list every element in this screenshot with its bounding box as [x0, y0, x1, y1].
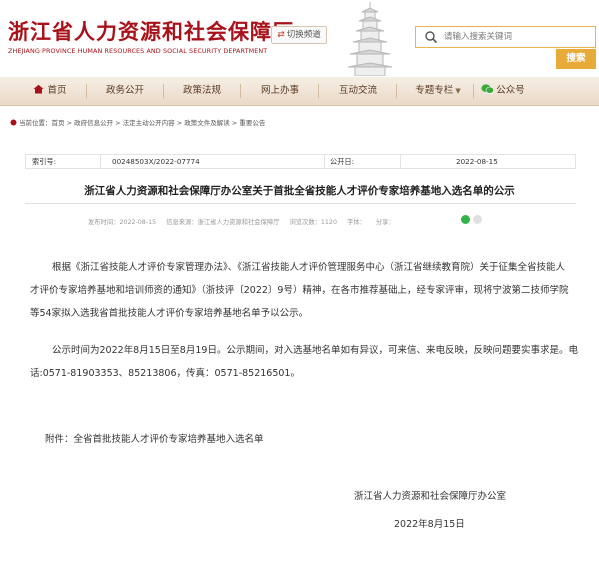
article-info: 发布时间：2022-08-15 信息来源：浙江省人力资源和社会保障厅 浏览次数：11…: [88, 217, 405, 226]
nav-divider: [86, 84, 87, 98]
signature: 浙江省人力资源和社会保障厅办公室: [354, 491, 507, 502]
meta-divider: [100, 155, 101, 168]
font-label: 字体：: [346, 219, 366, 226]
nav-label: 政策法规: [182, 85, 221, 96]
share-weibo-icon[interactable]: [473, 215, 482, 224]
nav-item-special-topics[interactable]: 专题专栏 ▼: [410, 77, 466, 105]
meta-divider: [324, 155, 325, 168]
publish-value: 2022-08-15: [456, 157, 498, 166]
nav-item-online-services[interactable]: 网上办事: [255, 77, 305, 105]
location-icon: [10, 119, 17, 126]
nav-label: 政务公开: [105, 85, 144, 96]
share-wechat-icon[interactable]: [461, 215, 470, 224]
publish-date: 发布时间：2022-08-15: [88, 219, 157, 226]
paragraph-line: 公示时间为2022年8月15日至8月19日。公示期间，对入选基地名单如有异议，可…: [52, 345, 578, 356]
nav-label: 网上办事: [260, 85, 299, 96]
pagoda-logo-icon: [347, 2, 393, 76]
paragraph-line: 根据《浙江省技能人才评价专家管理办法》、《浙江省技能人才评价管理服务中心（浙江省…: [52, 262, 566, 273]
nav-item-wechat[interactable]: 公众号: [478, 77, 528, 105]
nav-divider: [473, 84, 474, 98]
nav-item-home[interactable]: 首页: [24, 77, 76, 105]
site-header: 浙江省人力资源和社会保障厅 ZHEJIANG PROVINCE HUMAN RE…: [0, 0, 599, 76]
index-label: 索引号:: [32, 157, 56, 166]
paragraph-line: 话:0571-81903353、85213806，传真：0571-8521650…: [30, 368, 300, 379]
attachment-link[interactable]: 附件：全省首批技能人才评价专家培养基地入选名单: [45, 431, 264, 445]
search-icon: [425, 31, 438, 44]
meta-table: 索引号: 00248503X/2022-07774 公开日: 2022-08-1…: [25, 154, 576, 169]
nav-label: 首页: [47, 85, 67, 96]
nav-label: 专题专栏: [415, 85, 454, 96]
wechat-icon: [481, 84, 495, 94]
nav-label: 互动交流: [338, 85, 377, 96]
site-title-en: ZHEJIANG PROVINCE HUMAN RESOURCES AND SO…: [8, 47, 268, 55]
home-icon: [33, 84, 44, 94]
nav-label: 公众号: [496, 85, 525, 96]
breadcrumb-text[interactable]: 当前位置：首页 > 政府信息公开 > 法定主动公开内容 > 政策文件及解读 > …: [19, 119, 265, 127]
nav-item-policies[interactable]: 政策法规: [177, 77, 227, 105]
paragraph-1: 根据《浙江省技能人才评价专家管理办法》、《浙江省技能人才评价管理服务中心（浙江省…: [30, 256, 582, 325]
switch-channel-label: 切换频道: [286, 30, 321, 40]
switch-icon: ⇄: [277, 30, 285, 40]
search-button[interactable]: 搜索: [556, 49, 596, 69]
main-nav: 首页 政务公开 政策法规 网上办事 互动交流 专题专栏 ▼ 公众号: [0, 77, 599, 106]
nav-divider: [163, 84, 164, 98]
paragraph-line: 等54家拟入选我省首批技能人才评价专家培养基地名单予以公示。: [30, 308, 309, 319]
nav-item-interaction[interactable]: 互动交流: [333, 77, 383, 105]
share-label: 分享：: [375, 219, 395, 226]
search-input[interactable]: [444, 28, 589, 46]
switch-channel-button[interactable]: ⇄ 切换频道: [271, 26, 327, 44]
index-value: 00248503X/2022-07774: [112, 157, 200, 166]
title-divider: [25, 203, 576, 204]
chevron-down-icon: ▼: [455, 87, 461, 95]
info-source: 信息来源：浙江省人力资源和社会保障厅: [166, 219, 280, 226]
breadcrumb: 当前位置：首页 > 政府信息公开 > 法定主动公开内容 > 政策文件及解读 > …: [10, 117, 590, 129]
paragraph-line: 才评价专家培养基地和培训师资的通知》（浙技评〔2022〕9号）精神，在各市推荐基…: [30, 285, 569, 296]
nav-divider: [240, 84, 241, 98]
meta-divider: [400, 155, 401, 168]
publish-label: 公开日:: [330, 157, 354, 166]
nav-item-government-affairs[interactable]: 政务公开: [100, 77, 150, 105]
paragraph-2: 公示时间为2022年8月15日至8月19日。公示期间，对入选基地名单如有异议，可…: [30, 339, 582, 385]
article-title: 浙江省人力资源和社会保障厅办公室关于首批全省技能人才评价专家培养基地入选名单的公…: [84, 185, 515, 197]
nav-divider: [318, 84, 319, 98]
search-box: [415, 26, 596, 48]
signature-date: 2022年8月15日: [394, 519, 465, 530]
view-count: 浏览次数：1120: [289, 219, 337, 226]
nav-divider: [396, 84, 397, 98]
site-title[interactable]: 浙江省人力资源和社会保障厅: [8, 16, 294, 46]
